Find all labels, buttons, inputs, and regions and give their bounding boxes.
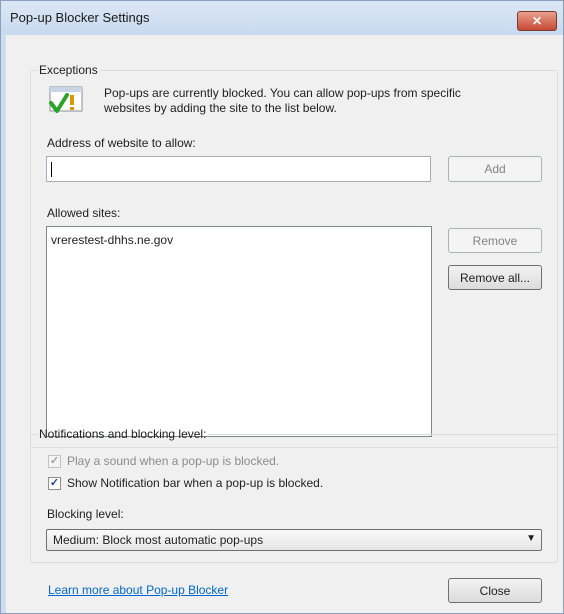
blocking-level-select[interactable]: Medium: Block most automatic pop-ups ▼ [46,529,542,551]
chevron-down-icon: ▼ [526,533,536,544]
play-sound-label: Play a sound when a pop-up is blocked. [67,454,280,468]
dialog-window: Pop-up Blocker Settings ✕ Exceptions Pop… [0,0,564,614]
address-label: Address of website to allow: [47,136,196,150]
show-notification-bar-checkbox[interactable]: ✓ [48,477,61,490]
blocking-level-value: Medium: Block most automatic pop-ups [53,533,264,547]
allowed-sites-label: Allowed sites: [47,206,121,220]
add-button[interactable]: Add [448,156,542,182]
remove-button[interactable]: Remove [448,228,542,253]
learn-more-link[interactable]: Learn more about Pop-up Blocker [48,583,228,597]
info-check-icon [49,86,83,113]
text-caret [51,162,52,177]
notifications-legend: Notifications and blocking level: [39,427,207,441]
allowed-sites-list[interactable]: vrerestest-dhhs.ne.gov [46,226,432,437]
exceptions-message-line2: websites by adding the site to the list … [104,101,337,115]
blocking-level-label: Blocking level: [47,507,124,521]
exceptions-legend: Exceptions [39,63,98,77]
window-title: Pop-up Blocker Settings [10,10,150,25]
close-button[interactable]: Close [448,578,542,603]
play-sound-checkbox[interactable]: ✓ [48,455,61,468]
exceptions-message-line1: Pop-ups are currently blocked. You can a… [104,86,461,100]
list-item[interactable]: vrerestest-dhhs.ne.gov [51,233,173,247]
title-bar[interactable]: Pop-up Blocker Settings ✕ [1,1,563,35]
address-input[interactable] [46,156,431,182]
close-icon: ✕ [531,14,543,28]
exceptions-message: Pop-ups are currently blocked. You can a… [104,86,544,116]
show-notification-bar-label: Show Notification bar when a pop-up is b… [67,476,324,490]
close-window-button[interactable]: ✕ [517,11,557,31]
remove-all-button[interactable]: Remove all... [448,265,542,290]
dialog-body: Exceptions Pop-ups are currently blocked… [6,35,563,613]
